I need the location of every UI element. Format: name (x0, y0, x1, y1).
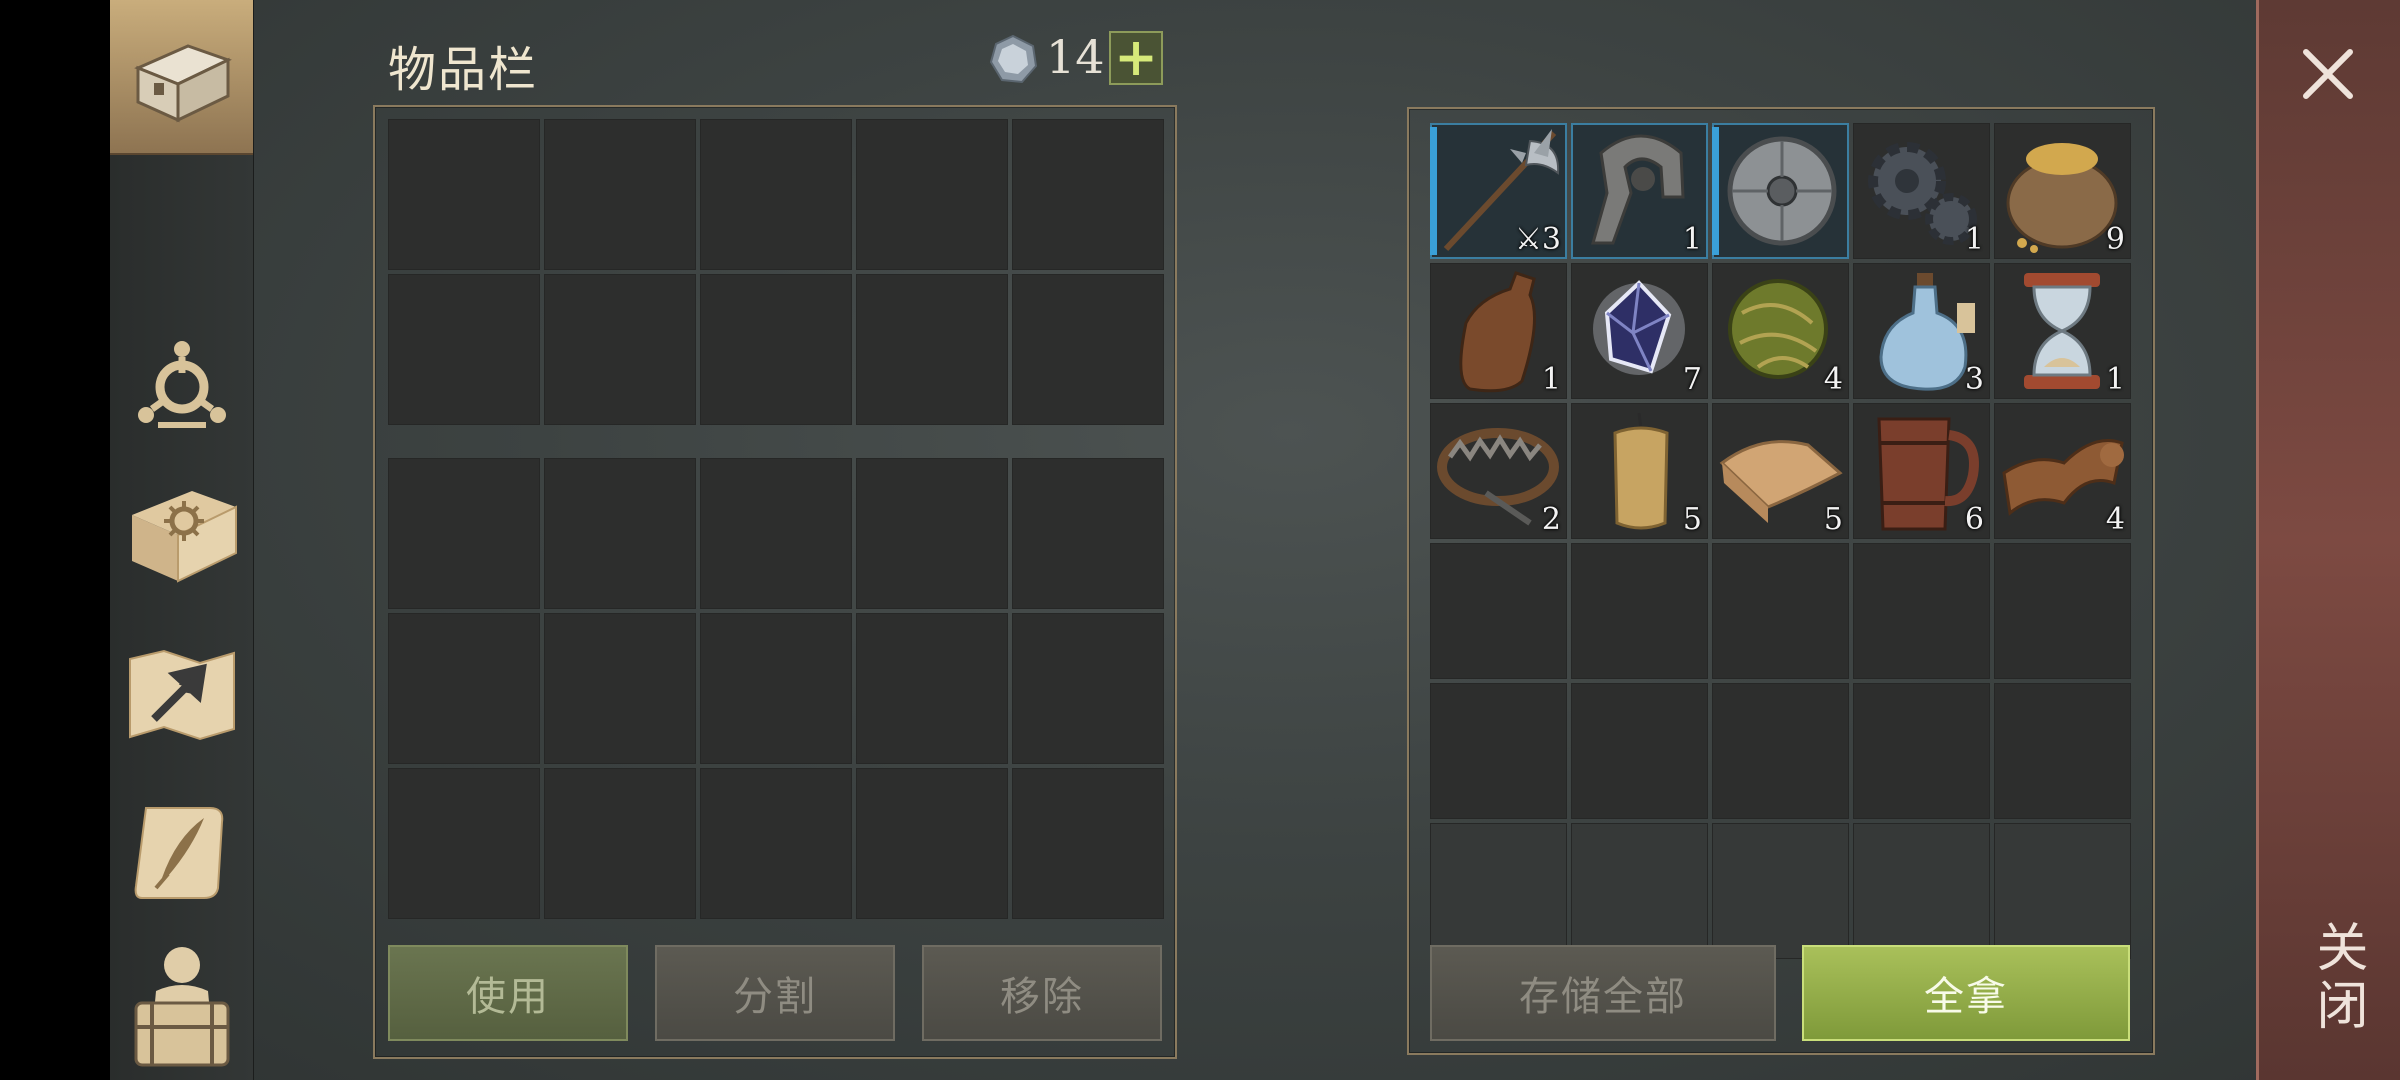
item-count: 3 (1964, 362, 1984, 397)
container-slot-locked (1571, 823, 1708, 959)
container-grid: ⚔3 1 1 9 1 7 4 3 1 2 5 5 6 4 (1430, 123, 2131, 959)
inventory-slot[interactable] (544, 768, 696, 919)
remove-button[interactable]: 移除 (922, 945, 1162, 1041)
character-icon (134, 947, 229, 1067)
sidebar (110, 0, 254, 1080)
item-count: 1 (2105, 362, 2125, 397)
container-slot[interactable] (1571, 683, 1708, 819)
tab-character[interactable] (110, 940, 253, 1070)
chest-icon (133, 43, 232, 122)
container-slot-crystal[interactable]: 7 (1571, 263, 1708, 399)
container-slot[interactable] (1430, 683, 1567, 819)
container-slot-potion-bottle[interactable]: 3 (1853, 263, 1990, 399)
container-slot-iron-clamp[interactable]: 1 (1571, 123, 1708, 259)
container-slot-wooden-mug[interactable]: 6 (1853, 403, 1990, 539)
close-label[interactable]: 关闭 (2300, 920, 2375, 1036)
container-slot[interactable] (1571, 543, 1708, 679)
add-currency-button[interactable]: + (1109, 31, 1163, 85)
tab-quests[interactable] (110, 795, 253, 905)
container-slot[interactable] (1853, 543, 1990, 679)
container-slot-grain-sack[interactable]: 9 (1994, 123, 2131, 259)
take-all-button[interactable]: 全拿 (1802, 945, 2130, 1041)
item-count: 1 (1682, 222, 1702, 257)
map-icon (128, 649, 235, 741)
currency-count: 14 (1046, 30, 1105, 84)
inventory-slot[interactable] (388, 119, 540, 270)
item-count: 4 (2105, 502, 2125, 537)
inventory-title: 物品栏 (388, 42, 539, 98)
container-slot-herb-ball[interactable]: 4 (1712, 263, 1849, 399)
item-count: 2 (1541, 502, 1561, 537)
inventory-grid-bag (388, 458, 1164, 919)
container-slot[interactable] (1994, 543, 2131, 679)
inventory-slot[interactable] (1012, 613, 1164, 764)
inventory-slot[interactable] (700, 768, 852, 919)
item-count: 1 (1541, 362, 1561, 397)
inventory-slot[interactable] (388, 458, 540, 609)
inventory-slot[interactable] (856, 119, 1008, 270)
inventory-slot[interactable] (1012, 274, 1164, 425)
container-slot-locked (1994, 823, 2131, 959)
item-count: 5 (1823, 502, 1843, 537)
container-slot-locked (1712, 823, 1849, 959)
item-count: 5 (1682, 502, 1702, 537)
store-all-button[interactable]: 存储全部 (1430, 945, 1776, 1041)
inventory-slot[interactable] (544, 613, 696, 764)
container-slot-bear-trap[interactable]: 2 (1430, 403, 1567, 539)
inventory-slot[interactable] (700, 274, 852, 425)
inventory-grid-equipped (388, 119, 1164, 425)
inventory-slot[interactable] (544, 274, 696, 425)
container-slot[interactable] (1712, 543, 1849, 679)
item-count: 9 (2105, 222, 2125, 257)
inventory-slot[interactable] (856, 274, 1008, 425)
inventory-slot[interactable] (700, 458, 852, 609)
currency-icon (989, 34, 1038, 84)
item-count: ⚔3 (1515, 222, 1561, 257)
container-slot-hourglass[interactable]: 1 (1994, 263, 2131, 399)
item-count: 4 (1823, 362, 1843, 397)
inventory-slot[interactable] (1012, 119, 1164, 270)
inventory-slot[interactable] (388, 274, 540, 425)
container-slot-locked (1430, 823, 1567, 959)
inventory-slot[interactable] (700, 119, 852, 270)
tab-chest[interactable] (110, 0, 253, 155)
tab-map[interactable] (110, 640, 253, 750)
container-slot[interactable] (1430, 543, 1567, 679)
skills-icon (137, 341, 226, 428)
inventory-slot[interactable] (1012, 768, 1164, 919)
container-slot[interactable] (1712, 683, 1849, 819)
container-slot[interactable] (1994, 683, 2131, 819)
inventory-slot[interactable] (544, 458, 696, 609)
container-slot-candle[interactable]: 5 (1571, 403, 1708, 539)
inventory-slot[interactable] (700, 613, 852, 764)
tab-skills[interactable] (110, 330, 253, 440)
recipe-book-icon (131, 491, 237, 583)
item-count: 7 (1682, 362, 1702, 397)
container-slot-halberd[interactable]: ⚔3 (1430, 123, 1567, 259)
container-slot[interactable] (1853, 683, 1990, 819)
inventory-slot[interactable] (856, 613, 1008, 764)
container-slot-locked (1853, 823, 1990, 959)
inventory-slot[interactable] (388, 613, 540, 764)
round-shield-icon (1727, 136, 1837, 246)
split-button[interactable]: 分割 (655, 945, 895, 1041)
container-slot-cloth[interactable]: 5 (1712, 403, 1849, 539)
item-count: 6 (1964, 502, 1984, 537)
tab-recipes[interactable] (110, 480, 253, 590)
container-slot-leather-flask[interactable]: 1 (1430, 263, 1567, 399)
container-slot-leather-scroll[interactable]: 4 (1994, 403, 2131, 539)
quest-scroll-icon (134, 807, 223, 899)
use-button[interactable]: 使用 (388, 945, 628, 1041)
container-slot-gears[interactable]: 1 (1853, 123, 1990, 259)
item-count: 1 (1964, 222, 1984, 257)
inventory-slot[interactable] (1012, 458, 1164, 609)
inventory-slot[interactable] (856, 458, 1008, 609)
container-slot-round-shield[interactable] (1712, 123, 1849, 259)
close-icon[interactable] (2300, 46, 2356, 102)
inventory-slot[interactable] (544, 119, 696, 270)
inventory-slot[interactable] (388, 768, 540, 919)
close-panel[interactable] (2256, 0, 2400, 1080)
inventory-slot[interactable] (856, 768, 1008, 919)
